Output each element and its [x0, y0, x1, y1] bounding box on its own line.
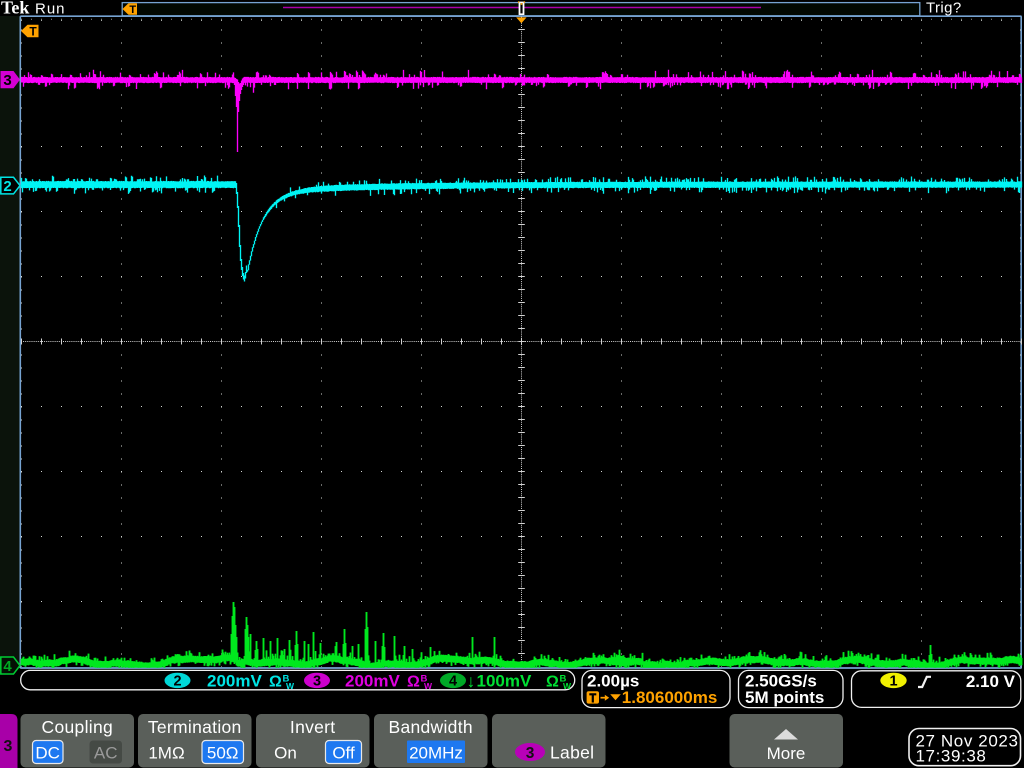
svg-text:Termination: Termination — [148, 717, 242, 737]
svg-text:T: T — [29, 25, 37, 39]
svg-text:W: W — [286, 681, 295, 691]
svg-text:200mV: 200mV — [207, 672, 262, 691]
svg-text:2: 2 — [3, 178, 11, 195]
svg-text:Trig?: Trig? — [926, 0, 962, 17]
svg-text:W: W — [563, 681, 572, 691]
svg-text:1: 1 — [889, 674, 897, 690]
svg-text:Ω: Ω — [407, 674, 420, 691]
svg-text:On: On — [274, 744, 297, 763]
svg-text:4: 4 — [3, 658, 12, 675]
svg-text:3: 3 — [526, 745, 535, 762]
svg-text:Off: Off — [332, 744, 355, 763]
svg-text:3: 3 — [3, 72, 11, 89]
svg-text:20MHz: 20MHz — [409, 744, 463, 763]
svg-text:5M points: 5M points — [745, 688, 824, 707]
svg-text:100mV: 100mV — [477, 672, 532, 691]
svg-text:Invert: Invert — [290, 717, 336, 737]
svg-text:4: 4 — [449, 674, 457, 690]
svg-text:200mV: 200mV — [345, 672, 400, 691]
svg-text:3: 3 — [313, 674, 321, 690]
svg-text:1.806000ms: 1.806000ms — [622, 688, 717, 707]
svg-text:DC: DC — [35, 744, 60, 763]
svg-text:Ω: Ω — [269, 674, 282, 691]
svg-text:Ω: Ω — [546, 674, 559, 691]
svg-text:2: 2 — [173, 674, 181, 690]
svg-text:↓: ↓ — [467, 671, 476, 691]
svg-text:AC: AC — [94, 744, 118, 763]
svg-text:2.10 V: 2.10 V — [966, 672, 1016, 691]
svg-text:3: 3 — [4, 738, 13, 755]
svg-text:50Ω: 50Ω — [207, 744, 239, 763]
svg-text:W: W — [424, 681, 433, 691]
svg-text:T: T — [129, 4, 136, 16]
svg-text:Run: Run — [35, 1, 66, 18]
svg-text:Label: Label — [550, 743, 594, 763]
svg-text:17:39:38: 17:39:38 — [916, 747, 987, 766]
svg-text:1MΩ: 1MΩ — [148, 744, 184, 763]
svg-text:Tek: Tek — [1, 0, 29, 18]
svg-text:Bandwidth: Bandwidth — [388, 717, 472, 737]
svg-text:Coupling: Coupling — [42, 717, 113, 737]
svg-text:More: More — [767, 744, 806, 763]
